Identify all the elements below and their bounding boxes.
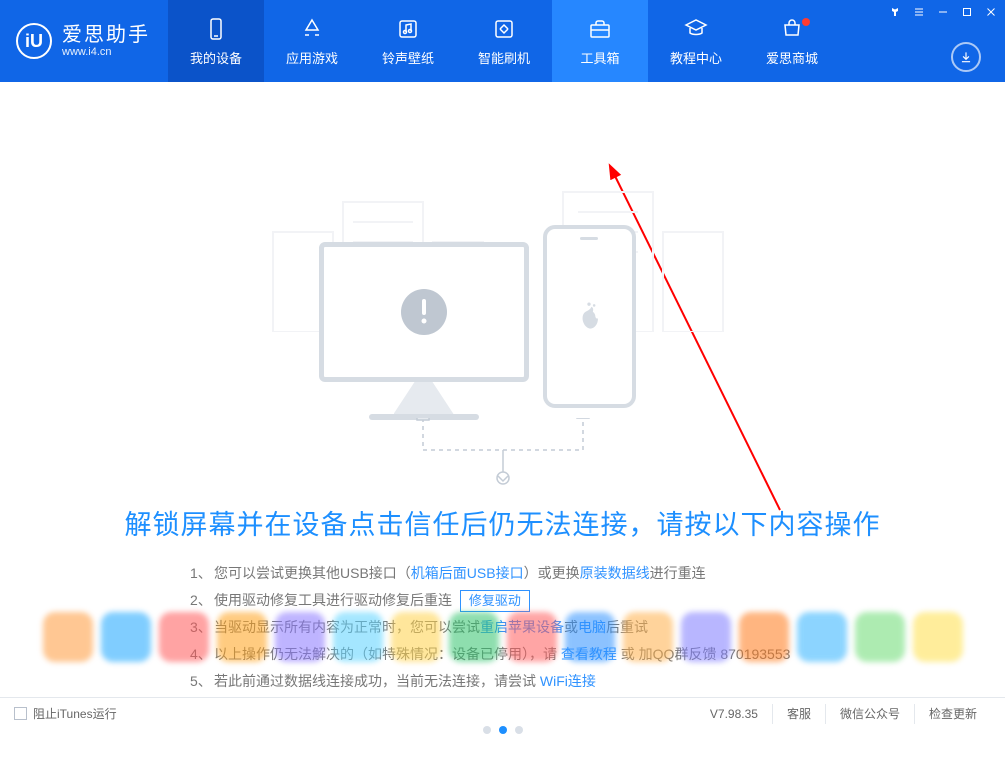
step-1: 1、 您可以尝试更换其他USB接口（机箱后面USB接口）或更换原装数据线进行重连	[190, 560, 875, 587]
nav-toolbox[interactable]: 工具箱	[552, 0, 648, 82]
block-itunes-checkbox[interactable]	[14, 707, 27, 720]
app-tile	[43, 612, 93, 662]
menu-icon[interactable]	[911, 4, 927, 20]
nav-shop[interactable]: 爱思商城	[744, 0, 840, 82]
app-tile	[217, 612, 267, 662]
cable-hint-link[interactable]: 原装数据线	[580, 565, 650, 581]
window-controls	[887, 4, 999, 20]
nav-my-device[interactable]: 我的设备	[168, 0, 264, 82]
main-nav: 我的设备 应用游戏 铃声壁纸 智能刷机 工具箱 教程中心 爱思商城	[168, 0, 840, 82]
device-illustration	[183, 122, 823, 482]
device-icon	[203, 16, 229, 42]
flash-icon	[491, 16, 517, 42]
support-link[interactable]: 客服	[772, 704, 825, 724]
shop-icon	[779, 16, 805, 42]
nav-label: 教程中心	[670, 48, 722, 67]
block-itunes-label: 阻止iTunes运行	[33, 705, 117, 722]
app-tile	[275, 612, 325, 662]
usb-cable	[383, 418, 643, 498]
app-tile	[507, 612, 557, 662]
app-tile	[739, 612, 789, 662]
usb-hint-link[interactable]: 机箱后面USB接口	[411, 565, 524, 581]
wechat-link[interactable]: 微信公众号	[825, 704, 914, 724]
phone-illustration	[543, 225, 636, 408]
nav-label: 应用游戏	[286, 48, 338, 67]
nav-label: 爱思商城	[766, 48, 818, 67]
app-icon	[299, 16, 325, 42]
wifi-connect-link[interactable]: WiFi连接	[540, 673, 596, 689]
nav-ringtone[interactable]: 铃声壁纸	[360, 0, 456, 82]
app-tile	[333, 612, 383, 662]
close-icon[interactable]	[983, 4, 999, 20]
main-content: 解锁屏幕并在设备点击信任后仍无法连接，请按以下内容操作 1、 您可以尝试更换其他…	[0, 82, 1005, 697]
exclamation-icon	[401, 289, 447, 335]
app-tile	[391, 612, 441, 662]
version-label: V7.98.35	[710, 707, 772, 721]
logo-icon: iU	[16, 23, 52, 59]
app-tile	[565, 612, 615, 662]
nav-tutorial[interactable]: 教程中心	[648, 0, 744, 82]
nav-label: 我的设备	[190, 48, 242, 67]
ringtone-icon	[395, 16, 421, 42]
status-bar: 阻止iTunes运行 V7.98.35 客服 微信公众号 检查更新	[0, 697, 1005, 729]
nav-label: 智能刷机	[478, 48, 530, 67]
app-tile	[101, 612, 151, 662]
check-update-link[interactable]: 检查更新	[914, 704, 991, 724]
maximize-icon[interactable]	[959, 4, 975, 20]
minimize-icon[interactable]	[935, 4, 951, 20]
app-header: iU 爱思助手 www.i4.cn 我的设备 应用游戏 铃声壁纸 智能刷机 工具…	[0, 0, 1005, 82]
notification-dot	[802, 18, 810, 26]
download-button[interactable]	[951, 42, 981, 72]
nav-apps[interactable]: 应用游戏	[264, 0, 360, 82]
monitor-illustration	[319, 242, 529, 442]
app-tile	[449, 612, 499, 662]
nav-label: 铃声壁纸	[382, 48, 434, 67]
app-tile	[913, 612, 963, 662]
app-tile	[623, 612, 673, 662]
app-tile	[797, 612, 847, 662]
app-tile	[159, 612, 209, 662]
step-5: 5、 若此前通过数据线连接成功，当前无法连接，请尝试 WiFi连接	[190, 668, 875, 695]
app-name: 爱思助手	[62, 24, 150, 46]
app-tile	[681, 612, 731, 662]
app-tile	[855, 612, 905, 662]
toolbox-icon	[587, 16, 613, 42]
nav-label: 工具箱	[580, 48, 619, 67]
skin-icon[interactable]	[887, 4, 903, 20]
app-icons-row	[0, 609, 1005, 665]
logo-area: iU 爱思助手 www.i4.cn	[0, 0, 168, 82]
instructions-title: 解锁屏幕并在设备点击信任后仍无法连接，请按以下内容操作	[0, 503, 1005, 542]
app-url: www.i4.cn	[62, 46, 150, 58]
nav-flash[interactable]: 智能刷机	[456, 0, 552, 82]
tutorial-icon	[683, 16, 709, 42]
